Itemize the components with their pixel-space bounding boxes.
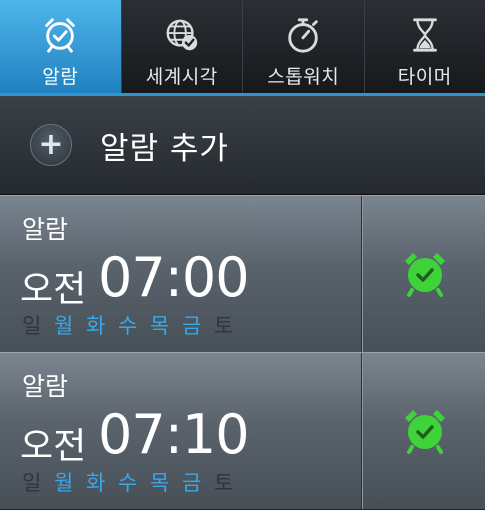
tab-stopwatch[interactable]: 스톱워치	[242, 0, 364, 96]
alarm-time: 07:00	[98, 246, 249, 309]
alarm-ampm: 오전	[20, 260, 86, 312]
alarm-item[interactable]: 알람 오전 07:00 일 월 화 수 목 금 토	[0, 195, 485, 353]
alarm-name: 알람	[22, 367, 68, 403]
tab-timer[interactable]: 타이머	[364, 0, 485, 96]
hourglass-icon	[406, 16, 444, 54]
day-sat: 토	[214, 467, 246, 497]
day-wed: 수	[118, 310, 150, 340]
alarm-ampm: 오전	[20, 417, 86, 469]
alarm-name: 알람	[22, 210, 68, 246]
row-divider	[361, 196, 362, 352]
tab-stopwatch-label: 스톱워치	[267, 62, 339, 89]
day-tue: 화	[86, 467, 118, 497]
plus-icon: +	[30, 124, 72, 166]
day-sat: 토	[214, 310, 246, 340]
add-alarm-button[interactable]: + 알람 추가	[0, 96, 485, 195]
world-clock-icon	[163, 16, 201, 54]
alarm-on-icon[interactable]	[400, 248, 450, 298]
alarm-repeat-days: 일 월 화 수 목 금 토	[22, 467, 246, 497]
day-thu: 목	[150, 467, 182, 497]
day-sun: 일	[22, 310, 54, 340]
day-thu: 목	[150, 310, 182, 340]
tab-alarm[interactable]: 알람	[0, 0, 121, 96]
day-fri: 금	[182, 467, 214, 497]
day-fri: 금	[182, 310, 214, 340]
add-alarm-label: 알람 추가	[100, 123, 229, 168]
day-tue: 화	[86, 310, 118, 340]
alarm-clock-icon	[41, 16, 79, 54]
alarm-time: 07:10	[98, 403, 249, 466]
tab-alarm-label: 알람	[42, 62, 78, 89]
day-mon: 월	[54, 310, 86, 340]
tab-bar: 알람 세계시각 스톱워치 타이머	[0, 0, 485, 97]
alarm-repeat-days: 일 월 화 수 목 금 토	[22, 310, 246, 340]
day-wed: 수	[118, 467, 150, 497]
tab-timer-label: 타이머	[398, 62, 452, 89]
day-sun: 일	[22, 467, 54, 497]
row-divider	[361, 353, 362, 509]
tab-world-clock-label: 세계시각	[146, 62, 218, 89]
stopwatch-icon	[284, 16, 322, 54]
alarm-item[interactable]: 알람 오전 07:10 일 월 화 수 목 금 토	[0, 352, 485, 510]
alarm-on-icon[interactable]	[400, 405, 450, 455]
tab-world-clock[interactable]: 세계시각	[121, 0, 243, 96]
day-mon: 월	[54, 467, 86, 497]
